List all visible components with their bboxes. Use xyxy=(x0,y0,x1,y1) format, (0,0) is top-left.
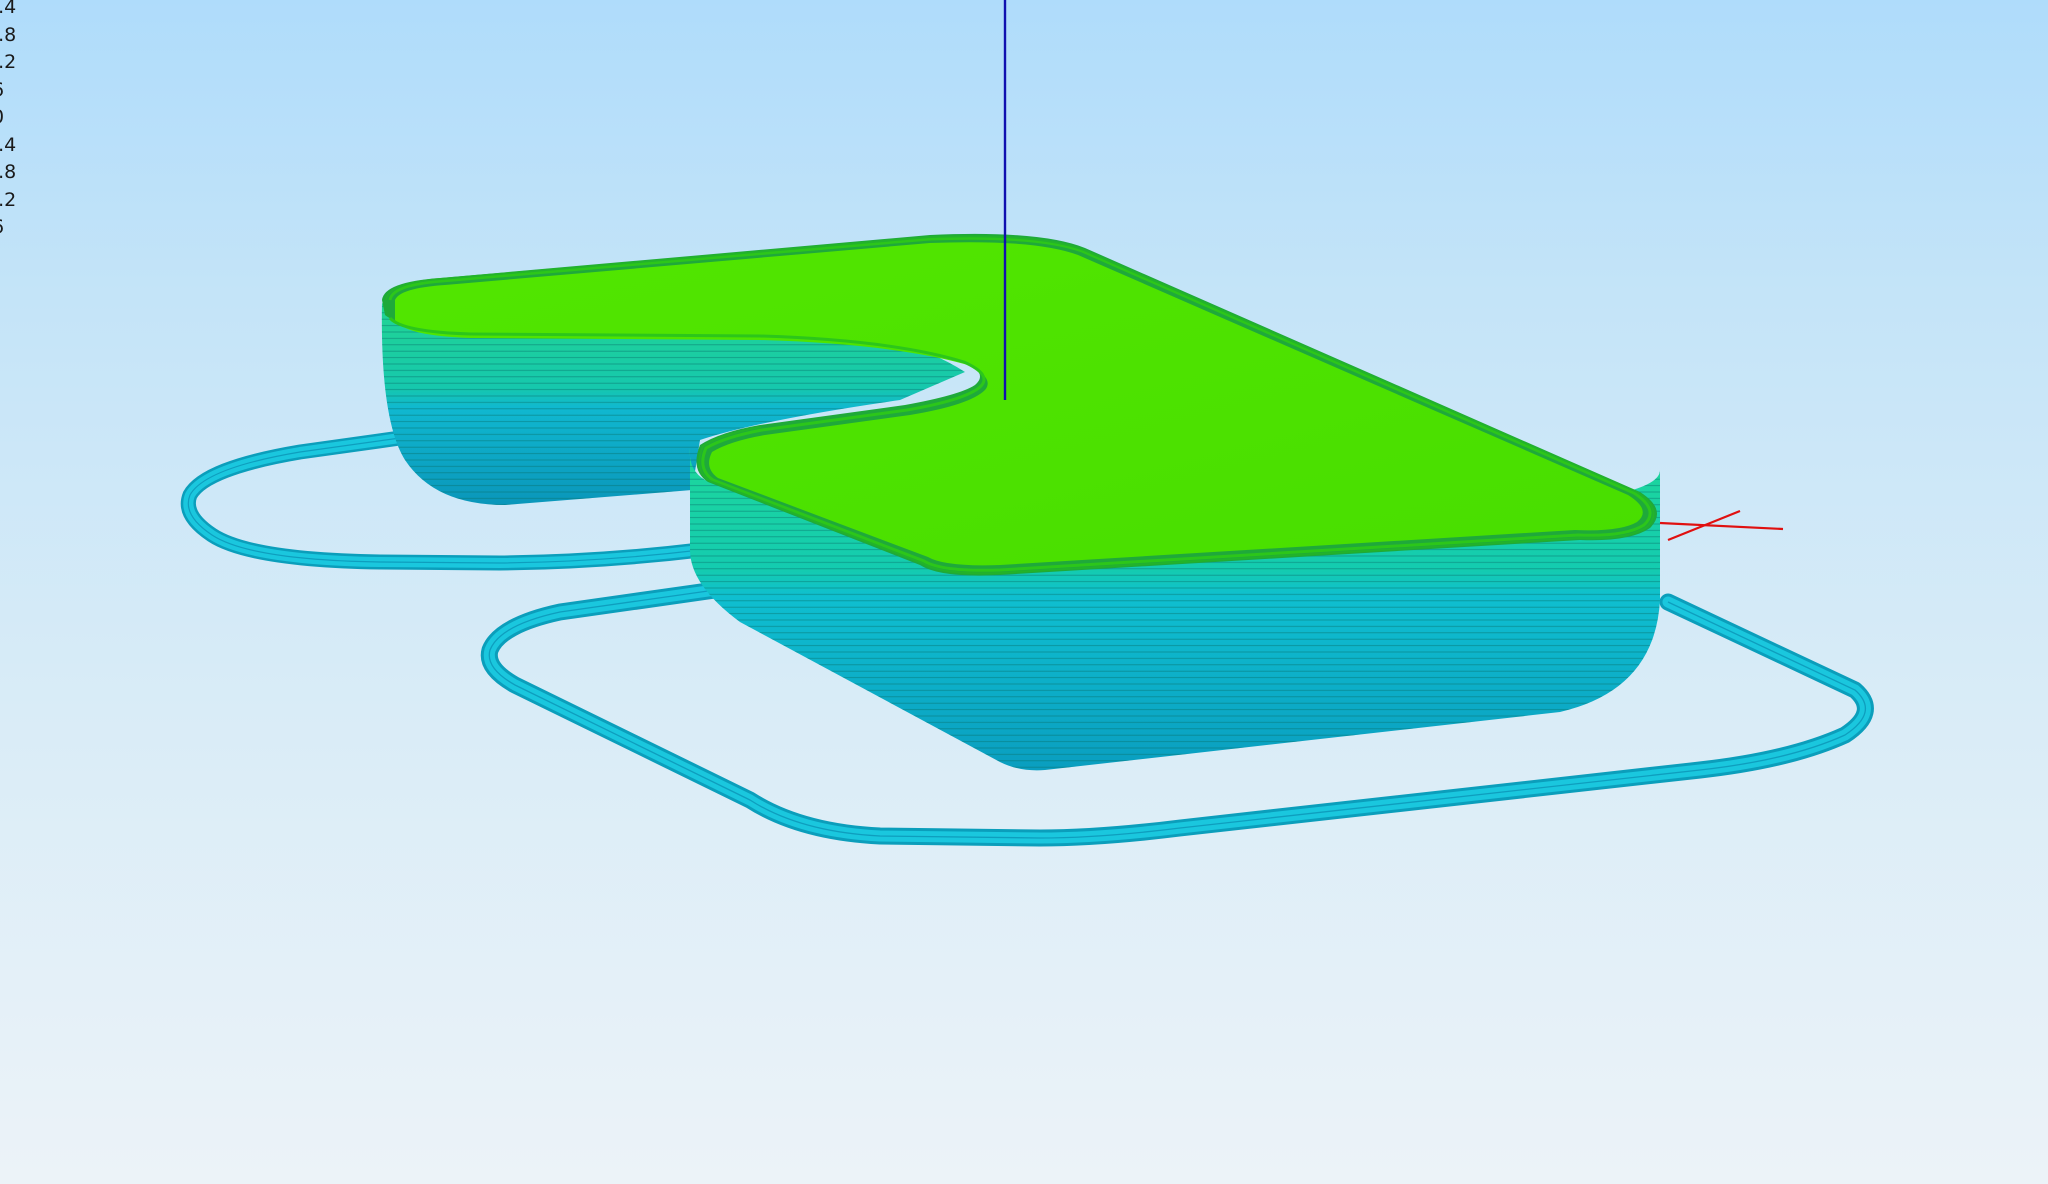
scene[interactable] xyxy=(0,0,2048,1184)
legend-item: .6 xyxy=(0,214,16,242)
legend-item: 2.4 xyxy=(0,133,17,156)
legend-item: 0 xyxy=(0,242,16,270)
legend-item: 3.2 xyxy=(0,188,17,211)
print-body xyxy=(381,233,1660,771)
legend-item: .6 xyxy=(0,77,16,105)
legend-item: 7.8 xyxy=(0,161,17,183)
legend-item: 6.2 xyxy=(0,51,17,73)
legend-item: 5.4 xyxy=(0,0,17,18)
layer-height-legend: 5.4 0.8 6.2 .6 .0 2.4 7.8 3.2 .6 0 xyxy=(0,0,16,269)
axis-x xyxy=(1659,521,1784,531)
legend-item: .0 xyxy=(0,104,16,132)
3d-viewport[interactable]: 5.4 0.8 6.2 .6 .0 2.4 7.8 3.2 .6 0 xyxy=(0,0,2048,1184)
legend-item: 0.8 xyxy=(0,23,17,46)
